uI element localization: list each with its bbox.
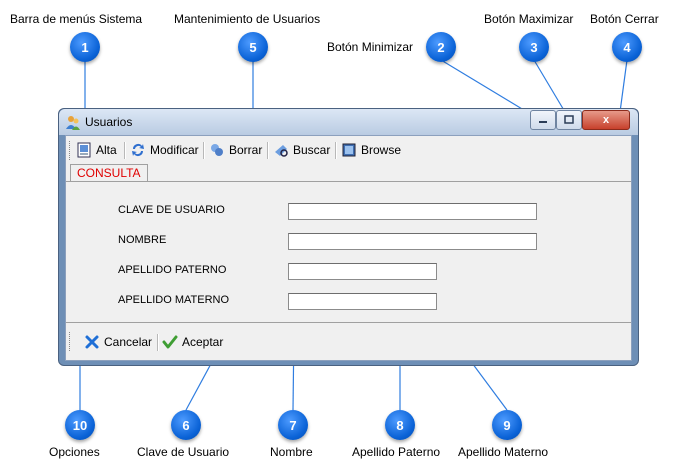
callout-marker-2: 2: [426, 32, 456, 62]
callout-label-9: Apellido Materno: [458, 445, 549, 459]
callout-label-5: Mantenimiento de Usuarios: [174, 12, 321, 26]
callout-marker-7: 7: [278, 410, 308, 440]
browse-icon: [342, 143, 356, 157]
callout-label-1: Barra de menús Sistema: [10, 12, 143, 26]
callout-label-7: Nombre: [270, 445, 313, 459]
clave-de-usuario-input[interactable]: [288, 203, 537, 220]
cancelar-label: Cancelar: [104, 335, 153, 349]
callout-label-2: Botón Minimizar: [327, 40, 414, 54]
callout-label-10: Opciones: [49, 445, 100, 459]
tab-consulta[interactable]: CONSULTA: [70, 164, 148, 181]
modificar-label: Modificar: [150, 143, 199, 157]
callout-marker-6: 6: [171, 410, 201, 440]
aceptar-button[interactable]: Aceptar: [162, 332, 223, 352]
close-icon: x: [602, 114, 610, 126]
callout-marker-4: 4: [612, 32, 642, 62]
browse-button[interactable]: Browse: [341, 140, 401, 160]
close-button[interactable]: x: [582, 110, 630, 130]
options-separator: [157, 334, 159, 351]
aceptar-label: Aceptar: [182, 335, 224, 349]
search-icon: [275, 145, 288, 157]
toolbar-separator: [267, 142, 269, 159]
toolbar-separator: [124, 142, 126, 159]
callout-marker-9: 9: [492, 410, 522, 440]
toolbar: Alta Modificar Borrar Buscar Browse: [66, 138, 631, 162]
cancel-x-icon: [85, 335, 99, 349]
window-title: Usuarios: [85, 115, 133, 129]
callout-marker-3: 3: [519, 32, 549, 62]
modificar-button[interactable]: Modificar: [130, 140, 199, 160]
toolbar-grip[interactable]: [69, 141, 73, 160]
buscar-button[interactable]: Buscar: [273, 140, 330, 160]
checkmark-icon: [162, 335, 178, 349]
options-bar-grip[interactable]: [69, 332, 73, 351]
new-record-icon: [77, 142, 91, 158]
callout-marker-5: 5: [238, 32, 268, 62]
callout-marker-1: 1: [70, 32, 100, 62]
usuarios-window: Usuarios x Alta Modificar Borrar Buscar …: [58, 108, 639, 366]
delete-icon: [211, 144, 223, 156]
alta-label: Alta: [96, 143, 117, 157]
nombre-input[interactable]: [288, 233, 537, 250]
toolbar-separator: [203, 142, 205, 159]
alta-button[interactable]: Alta: [76, 140, 117, 160]
callout-label-8: Apellido Paterno: [352, 445, 441, 459]
toolbar-separator: [335, 142, 337, 159]
borrar-label: Borrar: [229, 143, 263, 157]
minimize-icon: [539, 121, 547, 123]
buscar-label: Buscar: [293, 143, 331, 157]
callout-label-6: Clave de Usuario: [137, 445, 230, 459]
window-client-area: Alta Modificar Borrar Buscar Browse CONS…: [65, 135, 632, 361]
apellido-materno-label: APELLIDO MATERNO: [118, 294, 230, 306]
refresh-icon: [132, 144, 144, 156]
apellido-materno-input[interactable]: [288, 293, 437, 310]
nombre-label: NOMBRE: [118, 234, 167, 246]
maximize-icon: [564, 115, 574, 124]
minimize-button[interactable]: [530, 110, 556, 130]
browse-label: Browse: [361, 143, 402, 157]
form-panel: CLAVE DE USUARIO NOMBRE APELLIDO PATERNO…: [66, 182, 631, 323]
callout-marker-8: 8: [385, 410, 415, 440]
borrar-button[interactable]: Borrar: [209, 140, 262, 160]
users-icon[interactable]: [65, 115, 81, 131]
cancelar-button[interactable]: Cancelar: [84, 332, 152, 352]
callout-label-4: Botón Cerrar: [590, 12, 659, 26]
title-bar[interactable]: Usuarios x: [59, 109, 638, 135]
tab-strip: CONSULTA: [66, 163, 631, 182]
callout-marker-10: 10: [65, 410, 95, 440]
apellido-paterno-input[interactable]: [288, 263, 437, 280]
options-bar: Cancelar Aceptar: [66, 324, 631, 358]
apellido-paterno-label: APELLIDO PATERNO: [118, 264, 227, 276]
callout-label-3: Botón Maximizar: [484, 12, 574, 26]
clave-de-usuario-label: CLAVE DE USUARIO: [118, 204, 225, 216]
maximize-button[interactable]: [556, 110, 582, 130]
